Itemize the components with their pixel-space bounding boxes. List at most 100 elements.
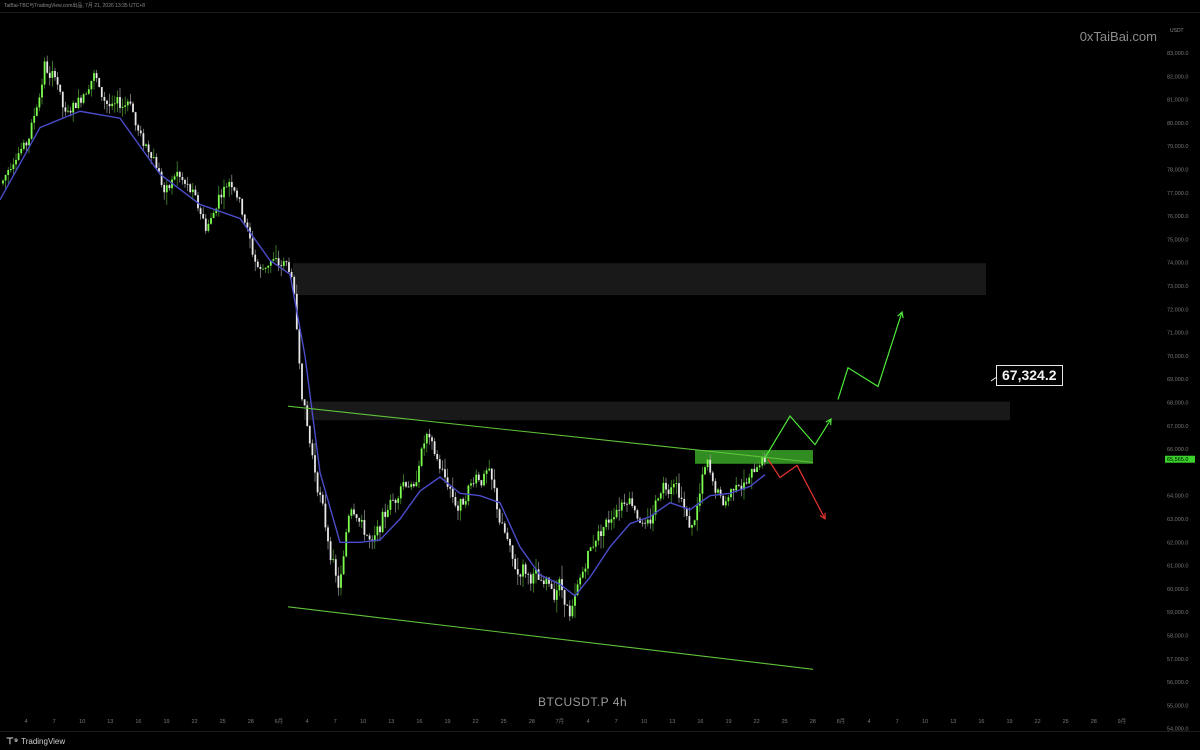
candle-body: [129, 101, 132, 104]
candle-body: [527, 573, 530, 575]
candle-body: [69, 110, 72, 113]
y-tick-label: 61,000.0: [1167, 564, 1188, 570]
candle-body: [33, 115, 36, 123]
candle-body: [35, 107, 38, 116]
candle-body: [121, 106, 124, 108]
candle-body: [223, 186, 225, 198]
watermark: 0xTaiBai.com: [1079, 29, 1157, 44]
candle-body: [4, 175, 7, 181]
candle-body: [217, 194, 220, 209]
candle-body: [176, 171, 179, 177]
candle-body: [750, 468, 753, 478]
y-tick-label: 70,000.0: [1167, 354, 1188, 360]
candle-body: [30, 122, 33, 139]
candle-body: [95, 73, 98, 79]
candle-body: [2, 180, 4, 184]
candle-body: [459, 498, 462, 511]
y-tick-label: 83,000.0: [1167, 51, 1188, 57]
candle-body: [282, 261, 285, 266]
candle-body: [467, 485, 470, 502]
candle-body: [379, 526, 381, 533]
x-tick-label: 19: [1006, 719, 1012, 725]
candle-body: [615, 509, 618, 518]
candle-body: [579, 577, 582, 585]
y-tick-label: 59,000.0: [1167, 610, 1188, 616]
bull-projection-arrow-2: [837, 311, 903, 400]
x-tick-label: 25: [501, 719, 507, 725]
candle-body: [748, 477, 751, 484]
x-tick-label: 7: [896, 719, 899, 725]
candle-body: [659, 493, 662, 499]
y-tick-label: 62,000.0: [1167, 540, 1188, 546]
candle-body: [610, 519, 613, 523]
candle-body: [358, 518, 361, 522]
candle-body: [225, 186, 228, 188]
candle-body: [657, 498, 660, 501]
x-tick-label: 16: [135, 719, 141, 725]
y-tick-label: 81,000.0: [1167, 98, 1188, 104]
x-tick-label: 7: [615, 719, 618, 725]
candle-body: [662, 482, 665, 494]
candle-body: [124, 105, 127, 107]
candle-body: [628, 498, 631, 505]
candle-body: [483, 473, 485, 486]
candle-body: [691, 525, 693, 528]
candle-body: [155, 156, 158, 169]
candle-body: [758, 465, 761, 468]
symbol-label: BTCUSDT.P 4h: [538, 695, 628, 709]
candle-body: [145, 144, 147, 146]
candle-body: [186, 183, 189, 185]
candle-body: [493, 479, 496, 489]
candle-body: [61, 91, 64, 108]
candle-body: [256, 261, 259, 267]
candle-body: [384, 511, 387, 517]
candle-body: [199, 208, 202, 215]
candle-body: [511, 545, 514, 559]
resistance-zone: [293, 263, 986, 296]
candle-body: [457, 505, 459, 511]
candle-body: [568, 605, 571, 617]
candle-body: [38, 97, 41, 108]
candle-body: [709, 459, 712, 473]
candle-body: [9, 169, 12, 171]
candle-body: [717, 489, 719, 493]
candle-body: [100, 87, 103, 97]
header-caption: TaiBai-TBC与TradingView.com出品, 7月 21, 202…: [0, 0, 1200, 12]
candle-body: [620, 502, 623, 511]
x-tick-label: 16: [416, 719, 422, 725]
tradingview-brand[interactable]: ⊤⁹ TradingView: [6, 736, 65, 747]
candle-body: [54, 71, 56, 78]
candle-body: [472, 483, 475, 485]
candle-body: [345, 532, 348, 557]
candle-body: [15, 159, 17, 165]
candle-body: [59, 84, 62, 92]
x-tick-label: 13: [107, 719, 113, 725]
candle-body: [753, 468, 756, 473]
candle-body: [303, 399, 306, 406]
candle-body: [134, 112, 137, 126]
candle-body: [735, 485, 738, 491]
candle-body: [77, 97, 80, 109]
candle-body: [137, 125, 140, 131]
x-tick-label: 22: [192, 719, 198, 725]
candle-body: [254, 254, 257, 262]
candle-body: [353, 509, 355, 515]
candle-body: [321, 494, 324, 504]
x-tick-label: 10: [641, 719, 647, 725]
candle-body: [272, 259, 275, 261]
candle-body: [509, 539, 511, 546]
candle-body: [542, 580, 545, 584]
y-tick-label: 56,000.0: [1167, 680, 1188, 686]
candle-body: [488, 468, 491, 471]
candle-body: [363, 519, 366, 535]
candle-body: [228, 181, 231, 187]
candle-body: [327, 527, 329, 542]
y-tick-label: 63,000.0: [1167, 517, 1188, 523]
y-tick-label: 80,000.0: [1167, 121, 1188, 127]
candle-body: [451, 488, 454, 498]
candle-body: [116, 97, 119, 104]
candle-body: [600, 531, 602, 536]
candle-body: [381, 511, 384, 533]
y-tick-label: 69,000.0: [1167, 377, 1188, 383]
x-tick-label: 16: [978, 719, 984, 725]
